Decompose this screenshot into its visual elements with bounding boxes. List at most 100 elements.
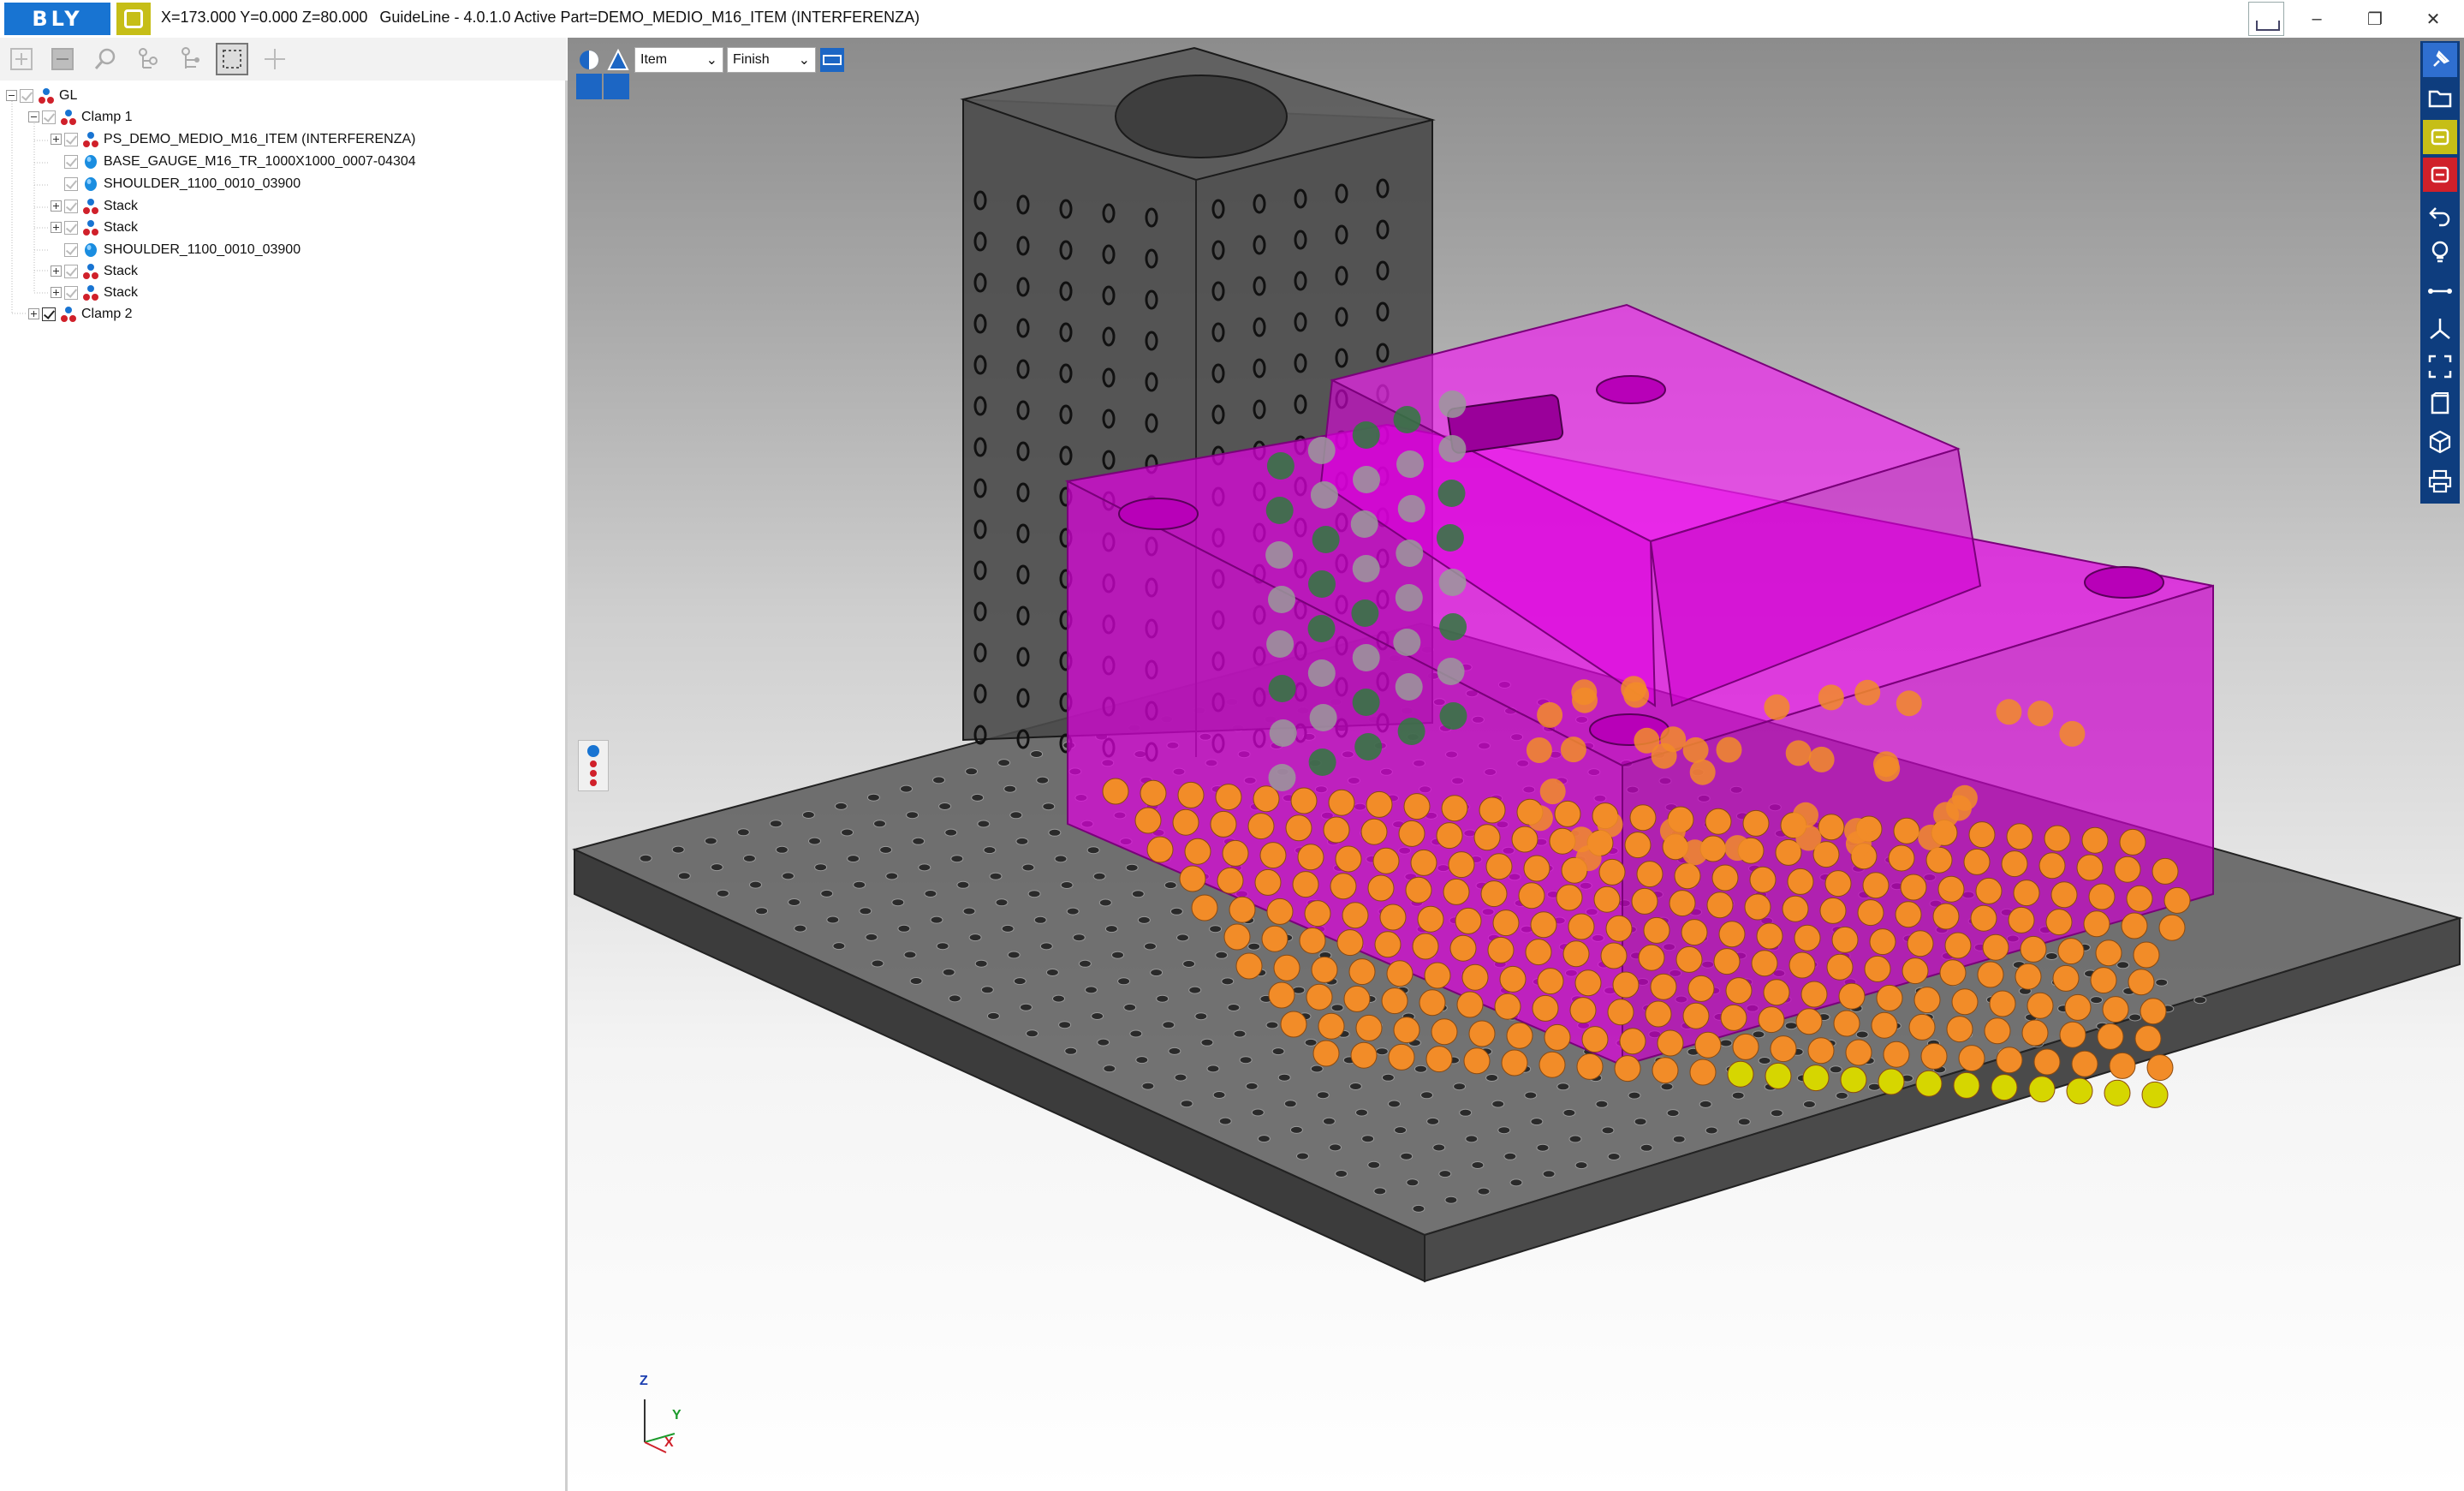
- interference-ball: [1266, 630, 1294, 658]
- visibility-checkbox[interactable]: [64, 132, 78, 146]
- expand-toggle[interactable]: [51, 265, 62, 277]
- folder-open-icon[interactable]: [2423, 81, 2457, 115]
- search-icon[interactable]: [89, 43, 122, 75]
- view-box-icon[interactable]: [2423, 387, 2457, 421]
- interference-ball: [1222, 839, 1249, 867]
- plate-hole: [742, 854, 756, 862]
- plate-hole: [1086, 846, 1100, 855]
- add-icon[interactable]: [259, 43, 291, 75]
- shading-icon[interactable]: [576, 47, 602, 73]
- tree-item-gl[interactable]: GL: [6, 85, 77, 106]
- undo-icon[interactable]: [2423, 197, 2457, 231]
- expand-toggle[interactable]: [51, 134, 62, 145]
- plate-hole: [897, 924, 911, 933]
- plate-hole: [1066, 907, 1080, 915]
- measure-distance-icon[interactable]: [2423, 274, 2457, 308]
- visibility-checkbox[interactable]: [64, 264, 78, 278]
- plate-hole: [1666, 1109, 1680, 1118]
- expand-toggle[interactable]: [51, 200, 62, 212]
- collapse-toggle[interactable]: [28, 111, 39, 122]
- b-tool-icon[interactable]: [2423, 120, 2457, 154]
- plate-hole: [1731, 1091, 1745, 1100]
- plate-hole: [1174, 1073, 1187, 1082]
- finish-select[interactable]: Finish ⌄: [727, 47, 816, 73]
- tree-item-stack-4[interactable]: Stack: [51, 282, 138, 303]
- interference-ball: [1393, 1017, 1420, 1044]
- tree-item-clamp-2[interactable]: Clamp 2: [28, 303, 133, 325]
- mode-select[interactable]: Item ⌄: [634, 47, 723, 73]
- plate-hole: [814, 863, 828, 872]
- axes-icon[interactable]: [2423, 312, 2457, 346]
- visibility-checkbox[interactable]: [64, 242, 78, 257]
- interference-ball: [2071, 1050, 2098, 1077]
- plate-hole: [879, 845, 893, 854]
- interference-ball: [1597, 811, 1623, 838]
- expand-toggle[interactable]: [51, 287, 62, 298]
- collapse-toggle[interactable]: [6, 90, 17, 101]
- 3d-viewport[interactable]: Item ⌄ Finish ⌄ Z Y X: [568, 38, 2464, 1491]
- select-region-icon[interactable]: [216, 43, 248, 75]
- visibility-checkbox[interactable]: [64, 176, 78, 191]
- minimize-button[interactable]: –: [2288, 0, 2346, 38]
- restore-button[interactable]: ❐: [2346, 0, 2404, 38]
- plate-hole: [1015, 837, 1029, 845]
- 3d-scene[interactable]: [568, 38, 2464, 1491]
- tree-item-clamp-1[interactable]: Clamp 1: [28, 106, 133, 128]
- plate-hole: [1054, 855, 1068, 863]
- collapse-all-icon[interactable]: [46, 43, 79, 75]
- tree-item-part[interactable]: PS_DEMO_MEDIO_M16_ITEM (INTERFERENZA): [51, 128, 416, 150]
- interference-ball: [1953, 1071, 1980, 1099]
- visibility-checkbox[interactable]: [42, 110, 56, 124]
- interference-ball: [1660, 726, 1687, 753]
- expand-all-icon[interactable]: [5, 43, 38, 75]
- b-logo-button[interactable]: [116, 3, 151, 35]
- plate-hole: [956, 880, 970, 889]
- visibility-checkbox[interactable]: [64, 285, 78, 300]
- visibility-checkbox[interactable]: [64, 220, 78, 235]
- plate-hole: [1200, 1038, 1214, 1047]
- b-tool-red-icon[interactable]: [2423, 158, 2457, 192]
- tree-hierarchy-icon[interactable]: [132, 43, 164, 75]
- interference-ball: [1951, 988, 1979, 1016]
- visibility-checkbox[interactable]: [20, 88, 33, 103]
- title-bar: BLY X=173.000 Y=0.000 Z=80.000 GuideLine …: [0, 0, 2464, 38]
- interference-ball: [1265, 497, 1294, 524]
- print-icon[interactable]: [2423, 464, 2457, 498]
- fit-all-icon[interactable]: [2423, 349, 2457, 384]
- tree-branch-icon[interactable]: [175, 43, 207, 75]
- section-view-icon[interactable]: [819, 47, 845, 73]
- plate-hole: [1453, 1082, 1467, 1091]
- tree-item-base-gauge[interactable]: BASE_GAUGE_M16_TR_1000X1000_0007-04304: [64, 151, 416, 172]
- interference-ball: [2020, 935, 2047, 963]
- interference-ball: [1494, 993, 1521, 1020]
- expand-toggle[interactable]: [51, 222, 62, 233]
- expand-toggle[interactable]: [28, 308, 39, 319]
- wireframe-icon[interactable]: [605, 47, 631, 73]
- cube-icon[interactable]: [2423, 425, 2457, 459]
- interference-ball: [1624, 832, 1652, 859]
- tree-item-stack-2[interactable]: Stack: [51, 217, 138, 238]
- tree-item-stack-3[interactable]: Stack: [51, 260, 138, 282]
- layout-thumbnail-button[interactable]: [2248, 2, 2284, 36]
- interference-ball: [1705, 808, 1732, 835]
- lightbulb-icon[interactable]: [2423, 235, 2457, 269]
- interference-ball: [2052, 964, 2080, 992]
- plate-hole: [1388, 1100, 1401, 1108]
- pin-icon[interactable]: [2423, 43, 2457, 77]
- tree-item-shoulder-2[interactable]: SHOULDER_1100_0010_03900: [64, 239, 301, 260]
- interference-ball: [2097, 1023, 2124, 1050]
- visibility-checkbox[interactable]: [42, 307, 56, 321]
- interference-ball: [1285, 814, 1312, 842]
- visibility-checkbox[interactable]: [64, 154, 78, 169]
- view-right-icon[interactable]: [604, 74, 629, 99]
- tree-item-shoulder-1[interactable]: SHOULDER_1100_0010_03900: [64, 173, 301, 194]
- tree-item-stack-1[interactable]: Stack: [51, 195, 138, 217]
- visibility-checkbox[interactable]: [64, 199, 78, 213]
- app-info: GuideLine - 4.0.1.0 Active Part=DEMO_MED…: [379, 9, 920, 26]
- interference-ball: [1539, 1051, 1566, 1078]
- interference-ball: [1485, 853, 1513, 880]
- bly-logo[interactable]: BLY: [4, 3, 110, 35]
- close-button[interactable]: ✕: [2404, 0, 2462, 38]
- view-left-icon[interactable]: [576, 74, 602, 99]
- stack-indicator[interactable]: [578, 740, 609, 791]
